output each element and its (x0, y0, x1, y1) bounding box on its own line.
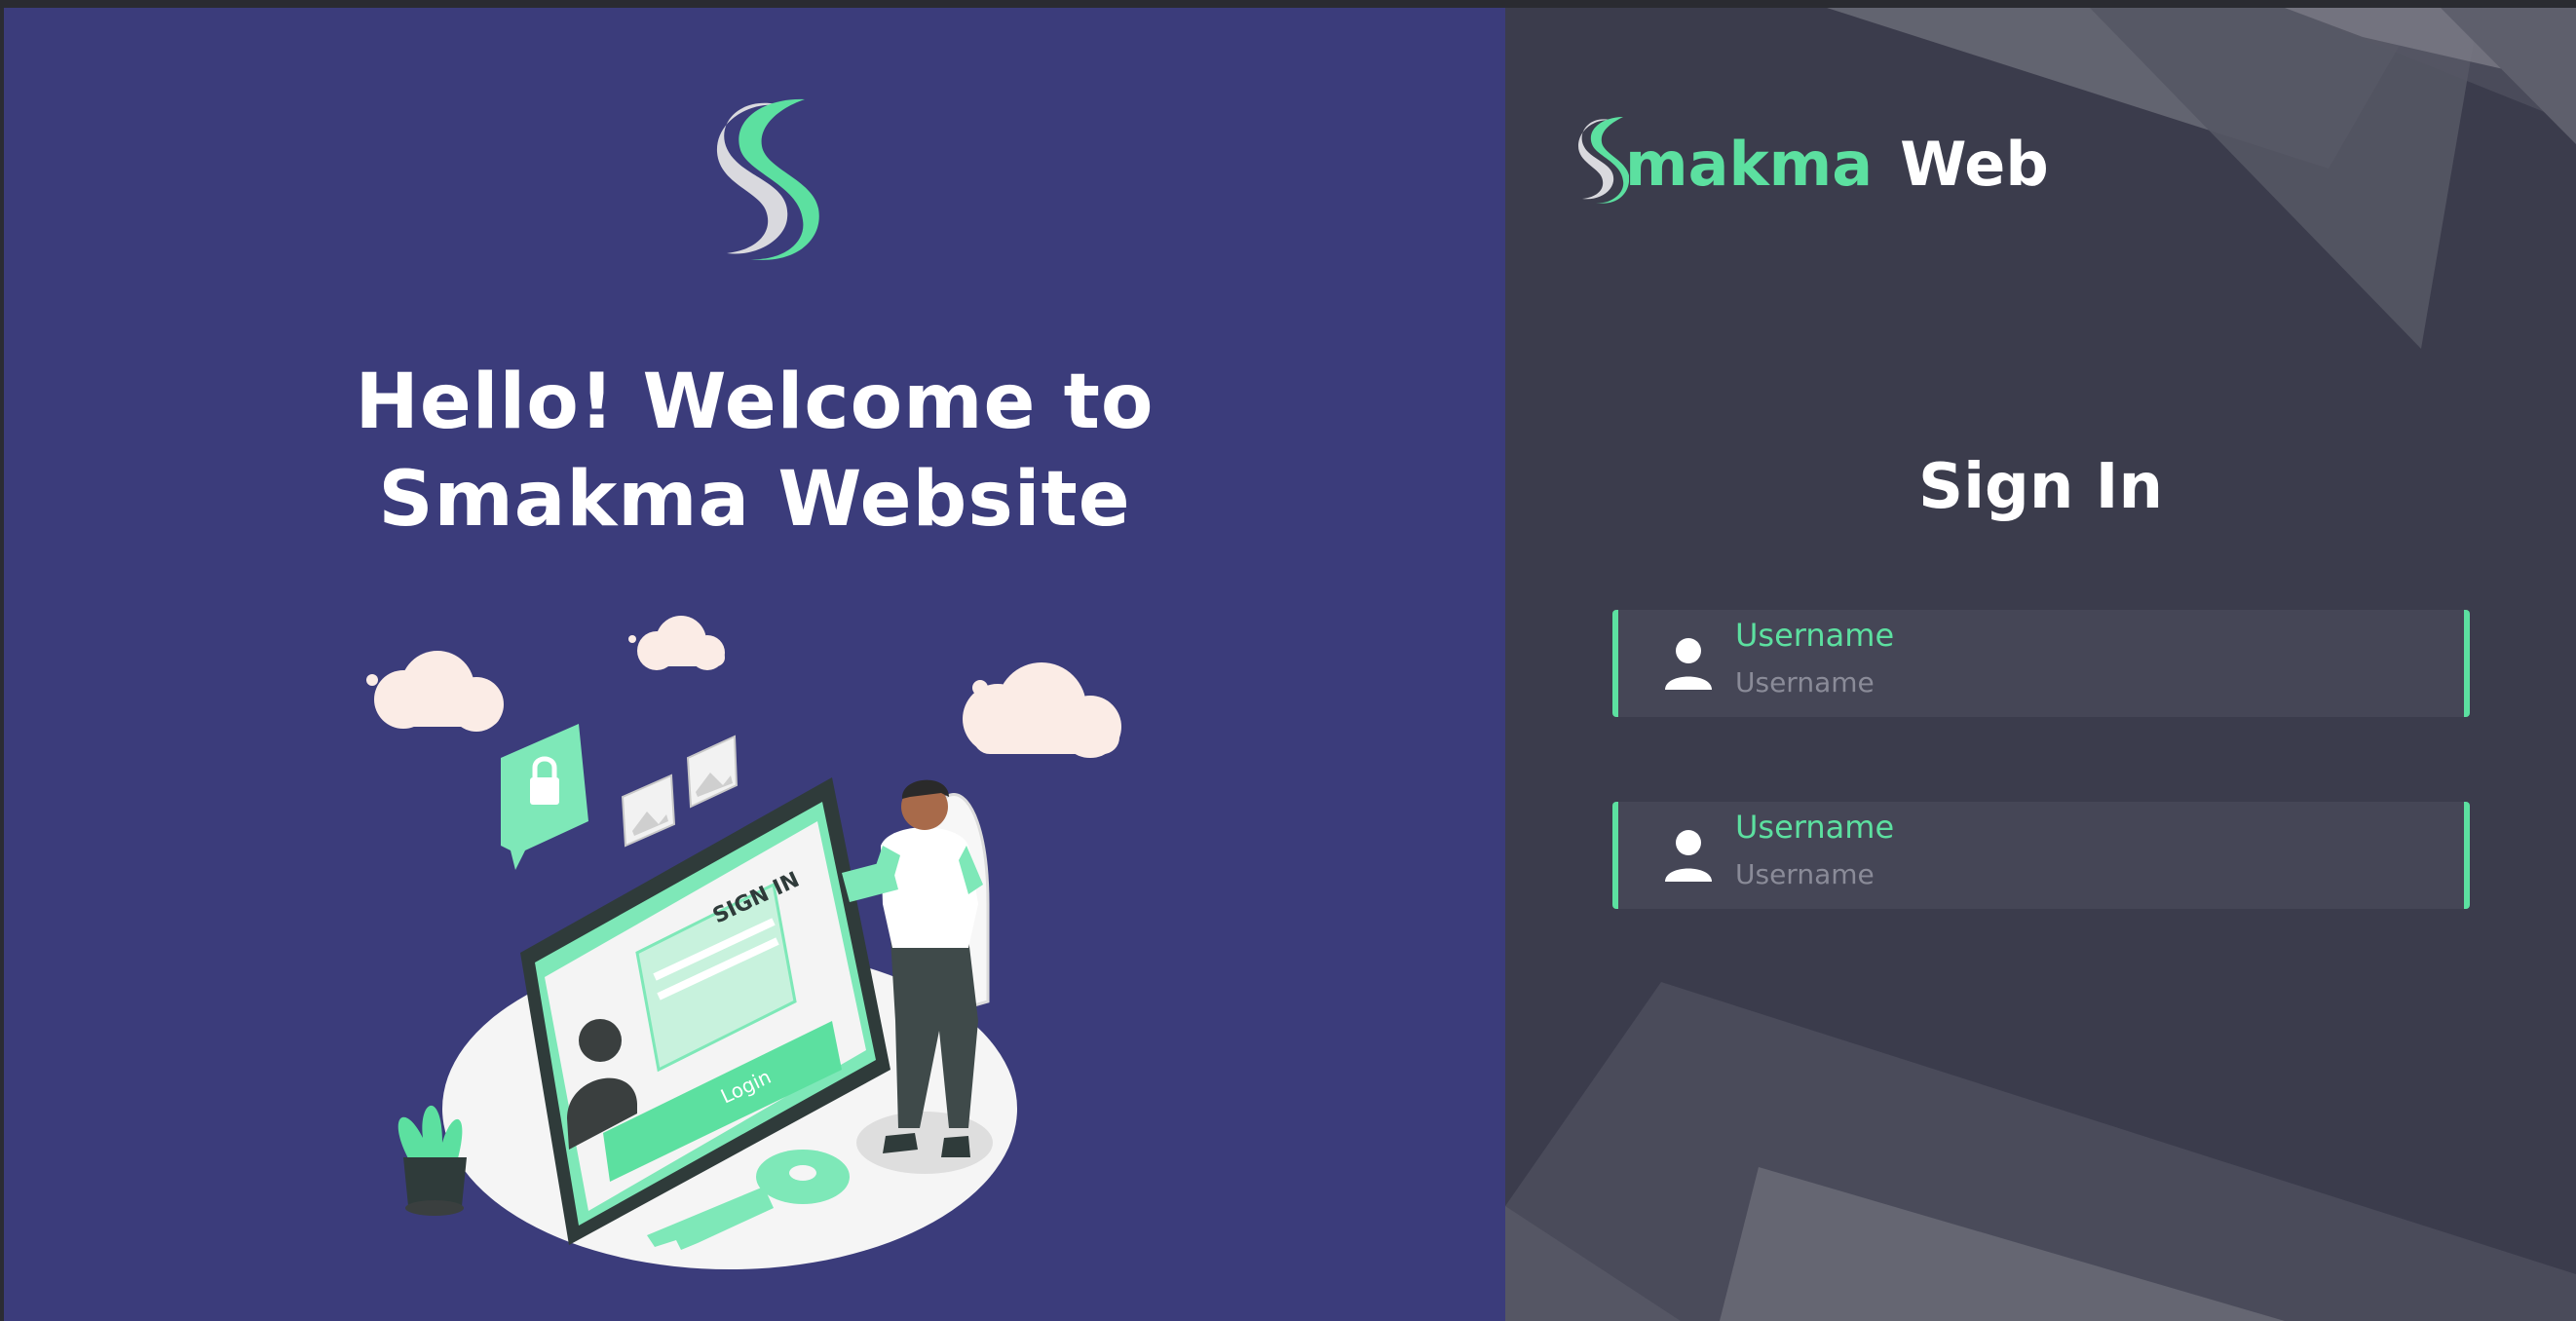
brand-logo: makma Web (1571, 107, 2049, 205)
smakma-logo-icon (1578, 117, 1629, 204)
cloud-dot (366, 674, 378, 686)
cloud-dot (628, 635, 636, 643)
brand-name: makma (1625, 129, 1874, 200)
app-window: Hello! Welcome to Smakma Website SIGN IN… (0, 0, 2576, 1321)
cloud-icon (374, 651, 504, 732)
window-top-bar (0, 0, 2576, 8)
cloud-dot (972, 680, 988, 696)
username-label: Username (1735, 617, 1895, 654)
brand-suffix: Web (1900, 129, 2049, 200)
username-field-2[interactable]: Username (1612, 802, 2470, 909)
signin-title: Sign In (1917, 451, 2164, 523)
plant-icon (398, 1105, 467, 1216)
welcome-panel: Hello! Welcome to Smakma Website SIGN IN… (4, 8, 1505, 1321)
image-card-icon (621, 735, 739, 848)
login-illustration: SIGN IN Login (366, 616, 1121, 1269)
welcome-line-1: Hello! Welcome to (355, 359, 1155, 446)
welcome-line-2: Smakma Website (378, 456, 1131, 544)
username-label-2: Username (1735, 809, 1895, 846)
username-field[interactable]: Username (1612, 610, 2470, 717)
username-input-2[interactable] (1735, 852, 2417, 895)
lock-icon (501, 724, 588, 870)
username-input[interactable] (1735, 660, 2417, 703)
cloud-icon (963, 662, 1121, 758)
smakma-logo-icon (716, 98, 819, 260)
user-icon (1665, 638, 1712, 690)
user-icon (1665, 830, 1712, 882)
cloud-icon (637, 616, 725, 670)
welcome-heading: Hello! Welcome to Smakma Website (4, 354, 1505, 548)
